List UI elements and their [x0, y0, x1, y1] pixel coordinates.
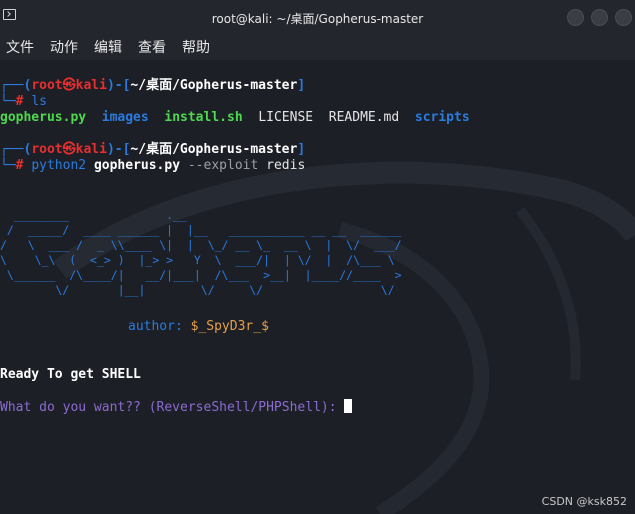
prompt-user: root㉿kali [31, 142, 107, 157]
command-arg: redis [266, 158, 306, 173]
prompt-symbol: # [15, 94, 24, 109]
ls-entry: images [101, 110, 149, 125]
window-title: root@kali: ~/桌面/Gopherus-master [211, 12, 424, 26]
ls-entry: gopherus.py [0, 110, 87, 125]
prompt-user: root㉿kali [31, 78, 107, 93]
question-text: What do you want?? (ReverseShell/PHPShel… [0, 400, 345, 415]
status-text: Ready To get SHELL [0, 367, 141, 382]
title-bar: root@kali: ~/桌面/Gopherus-master [0, 0, 635, 35]
prompt-frame: ] [297, 78, 306, 93]
minimize-button[interactable] [567, 9, 584, 26]
menu-bar: 文件 动作 编辑 查看 帮助 [0, 34, 635, 60]
command-text: ls [31, 94, 47, 109]
prompt-corner: └─ [0, 94, 16, 109]
command-line-2: └─# python2 gopherus.py --exploit redis [0, 158, 305, 174]
ls-entry: README.md [328, 110, 400, 125]
prompt-line-1: ┌──(root㉿kali)-[~/桌面/Gopherus-master] [0, 78, 305, 94]
command-line-1: └─# ls [0, 94, 47, 110]
author-line: author: $_SpyD3r_$ [128, 319, 269, 335]
close-button[interactable] [615, 9, 632, 26]
prompt-frame: ] [297, 142, 306, 157]
maximize-button[interactable] [591, 9, 608, 26]
command-text: python2 [31, 158, 87, 173]
watermark-credit: CSDN @ksk852 [541, 495, 627, 508]
prompt-frame: ┌──( [0, 142, 32, 157]
prompt-path: ~/桌面/Gopherus-master [130, 142, 298, 157]
menu-view[interactable]: 查看 [138, 37, 166, 57]
ls-entry: scripts [414, 110, 470, 125]
prompt-frame: ┌──( [0, 78, 32, 93]
prompt-path: ~/桌面/Gopherus-master [130, 78, 298, 93]
prompt-frame: )-[ [106, 78, 131, 93]
text-cursor [344, 399, 353, 413]
menu-edit[interactable]: 编辑 [94, 37, 122, 57]
menu-action[interactable]: 动作 [50, 37, 78, 57]
author-name: $_SpyD3r_$ [190, 319, 269, 334]
prompt-corner: └─ [0, 158, 16, 173]
ls-output: gopherus.py images install.sh LICENSE RE… [0, 110, 470, 126]
author-label: author: [128, 319, 183, 334]
prompt-frame: )-[ [106, 142, 131, 157]
input-prompt-line[interactable]: What do you want?? (ReverseShell/PHPShel… [0, 399, 353, 416]
prompt-symbol: # [15, 158, 24, 173]
command-flag: --exploit [187, 158, 259, 173]
gopherus-ascii-banner: ________ .__ / _____/ ____ ______ | |__ … [0, 208, 402, 297]
ls-entry: install.sh [164, 110, 243, 125]
prompt-line-2: ┌──(root㉿kali)-[~/桌面/Gopherus-master] [0, 142, 305, 158]
menu-file[interactable]: 文件 [6, 37, 34, 57]
menu-help[interactable]: 帮助 [182, 37, 210, 57]
ls-entry: LICENSE [258, 110, 314, 125]
command-arg: gopherus.py [93, 158, 181, 173]
